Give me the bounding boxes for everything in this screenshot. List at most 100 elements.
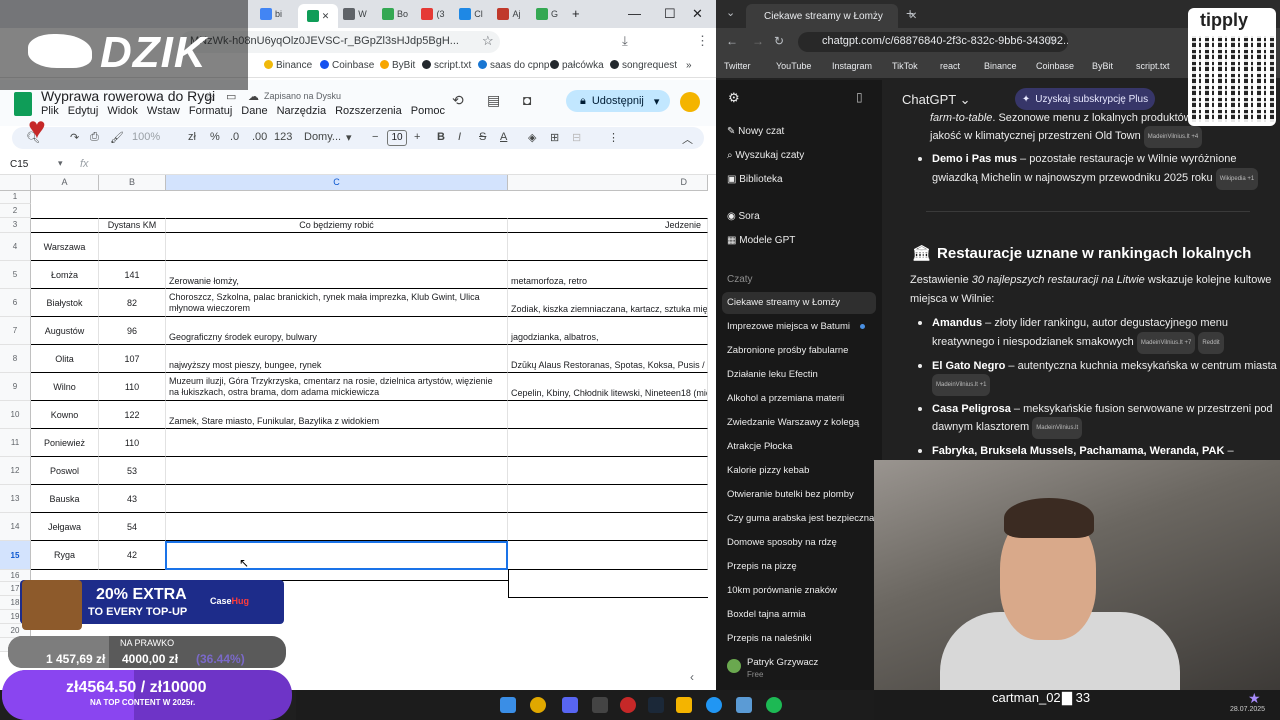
header-cell-food[interactable]: Jedzenie <box>508 218 708 233</box>
distance-cell[interactable]: 54 <box>99 513 166 541</box>
name-box[interactable]: C15 <box>10 159 28 170</box>
column-header-d[interactable]: D <box>508 175 708 191</box>
user-name[interactable]: Patryk Grzywacz <box>747 657 818 668</box>
activities-cell[interactable] <box>166 457 508 485</box>
distance-cell[interactable]: 43 <box>99 485 166 513</box>
strikethrough-icon[interactable]: S <box>479 131 486 143</box>
upgrade-plus-button[interactable]: ✦ Uzyskaj subskrypcję Plus <box>1015 88 1155 110</box>
zoom-select[interactable]: 100% <box>132 131 160 143</box>
print-icon[interactable]: ⎙ <box>90 131 99 144</box>
bookmarks-more-icon[interactable]: » <box>686 60 692 71</box>
comments-icon[interactable]: ▤ <box>487 92 500 109</box>
row-header[interactable]: 14 <box>0 513 31 541</box>
city-cell[interactable]: Wilno <box>31 373 99 401</box>
activities-cell[interactable]: Zamek, Stare miasto, Funikular, Bazylika… <box>166 401 508 429</box>
row-header[interactable]: 7 <box>0 317 31 345</box>
bookmark-palcowka[interactable]: pałcówka <box>550 60 604 71</box>
city-cell[interactable]: Kowno <box>31 401 99 429</box>
search-chats-button[interactable]: ⌕ Wyszukaj czaty <box>727 150 804 161</box>
tab-close-icon[interactable]: ✕ <box>909 11 917 22</box>
library-button[interactable]: ▣ Biblioteka <box>727 174 783 185</box>
bookmark-bybit[interactable]: ByBit <box>380 60 415 71</box>
steam-icon[interactable] <box>648 697 664 713</box>
collapse-toolbar-icon[interactable]: ︿ <box>682 131 693 147</box>
url-field[interactable]: chatgpt.com/c/68876840-2f3c-832c-9bb6-34… <box>798 32 1068 52</box>
chat-history-item[interactable]: Boxdel tajna armia <box>727 609 806 620</box>
activities-cell[interactable]: najwyższy most pieszy, bungee, rynek <box>166 345 508 373</box>
browser-tab[interactable]: bi <box>256 4 286 24</box>
food-cell[interactable]: Cepelin, Kbiny, Chłodnik litewski, Ninet… <box>508 373 708 401</box>
food-cell[interactable] <box>508 513 708 541</box>
row-header[interactable]: 3 <box>0 218 31 233</box>
chat-history-item[interactable]: Atrakcje Płocka <box>727 441 792 452</box>
food-cell[interactable]: metamorfoza, retro <box>508 261 708 289</box>
activities-cell[interactable] <box>166 485 508 513</box>
more-options-icon[interactable]: ⋮ <box>608 131 619 144</box>
back-icon[interactable]: ← <box>726 34 738 48</box>
reload-icon[interactable]: ↻ <box>774 34 784 48</box>
chevron-down-icon[interactable]: ▾ <box>58 158 63 169</box>
menu-help[interactable]: Pomoc <box>411 105 445 117</box>
menu-kebab-icon[interactable]: ⋮ <box>696 33 709 49</box>
city-cell[interactable]: Augustów <box>31 317 99 345</box>
city-cell[interactable]: Warszawa <box>31 233 99 261</box>
decrease-decimal-button[interactable]: .0 <box>230 131 239 143</box>
menu-extensions[interactable]: Rozszerzenia <box>335 105 402 117</box>
source-pill[interactable]: Reddit <box>1198 332 1224 354</box>
obs-icon[interactable] <box>620 697 636 713</box>
row-header[interactable]: 10 <box>0 401 31 429</box>
bookmark-script[interactable]: script.txt <box>422 60 471 71</box>
chatgpt-tab[interactable]: Ciekawe streamy w Łomży ✕ <box>746 4 917 28</box>
sidebar-toggle-icon[interactable]: ▯ <box>856 90 863 104</box>
distance-cell[interactable]: 53 <box>99 457 166 485</box>
download-icon[interactable]: ⤓ <box>622 33 628 49</box>
fill-color-icon[interactable]: ◈ <box>528 131 536 144</box>
food-cell[interactable] <box>508 401 708 429</box>
menu-format[interactable]: Formatuj <box>189 105 232 117</box>
spotify-icon[interactable] <box>766 697 782 713</box>
paint-format-icon[interactable]: 🖌︎ <box>110 131 124 144</box>
bookmark-saas[interactable]: saas do cpnp <box>478 60 550 71</box>
distance-cell[interactable]: 141 <box>99 261 166 289</box>
tab-close-icon[interactable]: ✕ <box>322 11 330 22</box>
distance-cell[interactable]: 110 <box>99 429 166 457</box>
chat-history-item[interactable]: Domowe sposoby na rdzę <box>727 537 837 548</box>
row-header[interactable]: 8 <box>0 345 31 373</box>
food-cell[interactable]: Dzūkų Alaus Restoranas, Spotas, Koksa, P… <box>508 345 708 373</box>
bookmark-songrequest[interactable]: songrequest <box>610 60 677 71</box>
bookmark-star-icon[interactable]: ☆ <box>482 33 494 49</box>
history-icon[interactable]: ⟲ <box>452 92 464 109</box>
bookmark-youtube[interactable]: YouTube <box>776 61 811 71</box>
browser-tab[interactable]: (3 <box>418 4 448 24</box>
menu-insert[interactable]: Wstaw <box>147 105 180 117</box>
food-cell[interactable] <box>508 457 708 485</box>
chat-history-item[interactable]: Kalorie pizzy kebab <box>727 465 809 476</box>
bookmark-react[interactable]: react <box>940 61 960 71</box>
bookmark-binance[interactable]: Binance <box>984 61 1017 71</box>
distance-cell[interactable]: 96 <box>99 317 166 345</box>
chat-history-item[interactable]: Zwiedzanie Warszawy z kolegą <box>727 417 859 428</box>
city-cell[interactable]: Poswol <box>31 457 99 485</box>
browser-tab[interactable]: Aj <box>494 4 524 24</box>
bookmark-tiktok[interactable]: TikTok <box>892 61 918 71</box>
select-all-corner[interactable] <box>0 175 31 191</box>
font-size-increase-icon[interactable]: + <box>414 131 420 143</box>
bookmark-instagram[interactable]: Instagram <box>832 61 872 71</box>
header-cell-a[interactable] <box>31 218 99 233</box>
discord-icon[interactable] <box>562 697 578 713</box>
food-cell[interactable]: jagodzianka, albatros, <box>508 317 708 345</box>
bookmark-twitter[interactable]: Twitter <box>724 61 751 71</box>
source-pill[interactable]: MadeinVilnius.lt +7 <box>1136 332 1196 354</box>
bookmark-binance[interactable]: Binance <box>264 60 312 71</box>
source-pill[interactable]: MadeinVilnius.lt <box>1032 417 1083 439</box>
tab-search-icon[interactable]: ⌄ <box>726 6 735 19</box>
city-cell[interactable]: Jełgawa <box>31 513 99 541</box>
city-cell[interactable]: Ryga <box>31 541 99 570</box>
activities-cell[interactable]: Choroszcz, Szkolna, palac branickich, ry… <box>166 289 508 317</box>
distance-cell[interactable]: 107 <box>99 345 166 373</box>
city-cell[interactable]: Bauska <box>31 485 99 513</box>
distance-cell[interactable]: 82 <box>99 289 166 317</box>
menu-tools[interactable]: Narzędzia <box>277 105 327 117</box>
chat-history-item[interactable]: Działanie leku Efectin <box>727 369 818 380</box>
row-header[interactable]: 1 <box>0 191 31 204</box>
